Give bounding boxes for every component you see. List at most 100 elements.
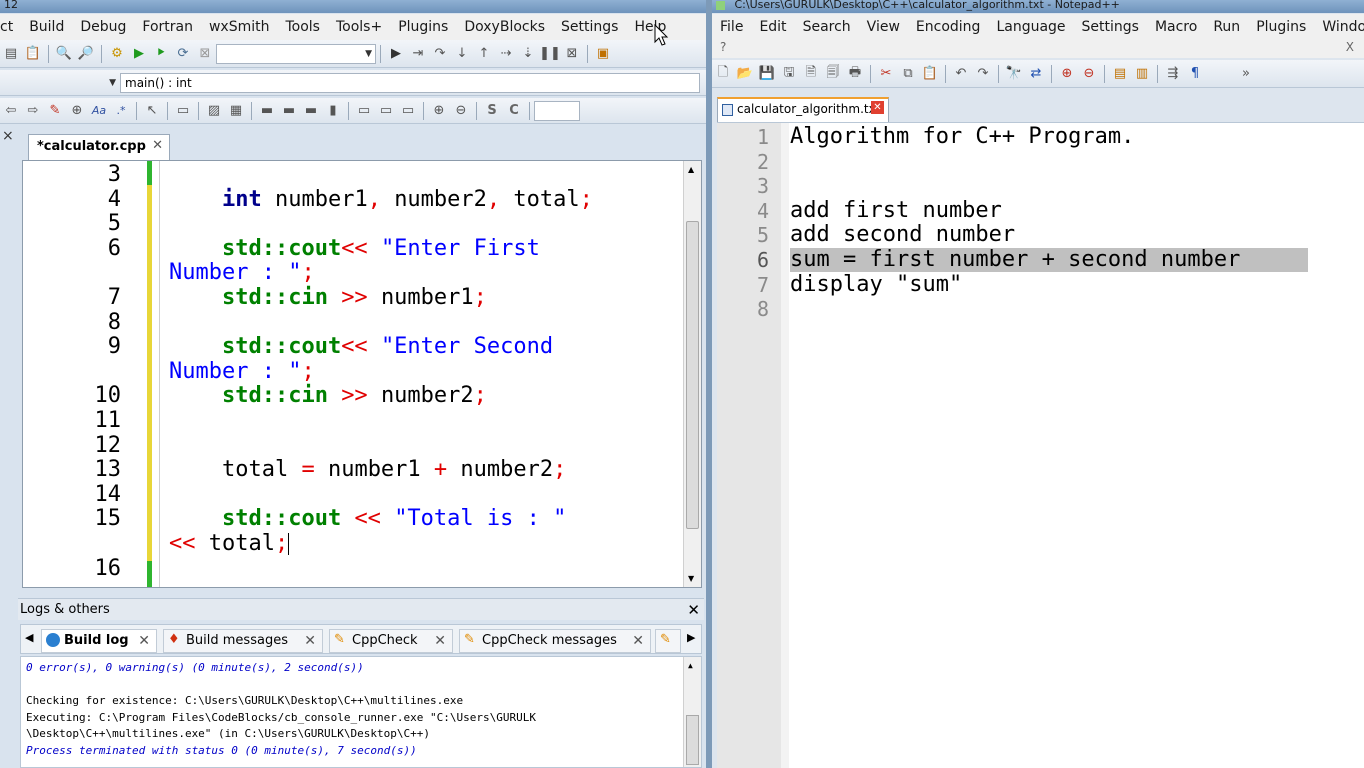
- menu-macro[interactable]: Macro: [1147, 19, 1205, 35]
- paste-icon[interactable]: 📋: [920, 64, 940, 84]
- menu-file[interactable]: File: [712, 19, 751, 35]
- abort-icon[interactable]: ⊠: [195, 44, 215, 64]
- image-icon[interactable]: ▨: [204, 101, 224, 121]
- block-icon-1[interactable]: ▬: [257, 101, 277, 121]
- close-tab-icon[interactable]: ✕: [871, 101, 884, 114]
- menu-window[interactable]: Window: [1314, 19, 1364, 35]
- tab-calculator-algorithm[interactable]: calculator_algorithm.txt ✕: [717, 97, 889, 122]
- zoom-in-icon[interactable]: ⊕: [1057, 64, 1077, 84]
- note-icon[interactable]: ▦: [226, 101, 246, 121]
- step-into-icon[interactable]: ↓: [452, 44, 472, 64]
- toolbar-search-box[interactable]: [534, 100, 580, 121]
- c-glyph-icon[interactable]: C: [504, 101, 524, 121]
- menu-settings[interactable]: Settings: [553, 19, 626, 35]
- menu-encoding[interactable]: Encoding: [908, 19, 989, 35]
- tabs-scroll-right-icon[interactable]: ▶: [687, 631, 695, 644]
- close-panel-icon[interactable]: ×: [2, 128, 14, 144]
- next-instruction-icon[interactable]: ⇢: [496, 44, 516, 64]
- menu-build[interactable]: Build: [21, 19, 72, 35]
- tabs-scroll-left-icon[interactable]: ◀: [25, 631, 33, 644]
- block-icon-2[interactable]: ▬: [279, 101, 299, 121]
- sync-horizontal-icon[interactable]: ▥: [1132, 64, 1152, 84]
- block-icon-3[interactable]: ▬: [301, 101, 321, 121]
- show-all-chars-icon[interactable]: ¶: [1185, 64, 1205, 84]
- editor-vertical-scrollbar[interactable]: ▲ ▼: [683, 161, 701, 587]
- forward-arrow-icon[interactable]: ⇨: [23, 101, 43, 121]
- menu-ct[interactable]: ct: [0, 19, 21, 35]
- save-all-icon[interactable]: 🖫: [779, 64, 799, 84]
- build-and-run-icon[interactable]: ⯈: [151, 44, 171, 64]
- open-file-icon[interactable]: 📂: [735, 64, 755, 84]
- undo-icon[interactable]: ↶: [951, 64, 971, 84]
- codeblocks-title-bar[interactable]: 12: [0, 0, 708, 13]
- close-logs-icon[interactable]: ✕: [687, 599, 700, 621]
- build-target-combo[interactable]: ▼: [216, 43, 376, 64]
- step-out-icon[interactable]: ↑: [474, 44, 494, 64]
- menu-wxsmith[interactable]: wxSmith: [201, 19, 278, 35]
- tab-overflow[interactable]: ✎: [655, 629, 681, 653]
- code-editor[interactable]: 3 4 5 6 7 8 9 10 11 12 13 14 15 16 int number1, numbe…: [22, 160, 702, 588]
- menu-view[interactable]: View: [859, 19, 908, 35]
- copy-icon[interactable]: ⧉: [898, 64, 918, 84]
- frame-icon-1[interactable]: ▭: [354, 101, 374, 121]
- menu-tools+[interactable]: Tools+: [328, 19, 390, 35]
- frame-icon-3[interactable]: ▭: [398, 101, 418, 121]
- close-tab-icon[interactable]: ✕: [138, 630, 150, 652]
- close-file-icon[interactable]: 🗎: [801, 64, 821, 84]
- step-into-instruction-icon[interactable]: ⇣: [518, 44, 538, 64]
- highlight-pen-icon[interactable]: ✎: [45, 101, 65, 121]
- scroll-down-icon[interactable]: ▼: [688, 574, 694, 583]
- menu-doxyblocks[interactable]: DoxyBlocks: [456, 19, 553, 35]
- replace-icon[interactable]: 🔎: [76, 44, 96, 64]
- zoom-in-icon[interactable]: ⊕: [429, 101, 449, 121]
- menu-search[interactable]: Search: [795, 19, 859, 35]
- run-icon[interactable]: ▶: [129, 44, 149, 64]
- tab-build-log[interactable]: Build log ✕: [41, 629, 157, 653]
- find-icon[interactable]: 🔭: [1004, 64, 1024, 84]
- menu-plugins[interactable]: Plugins: [390, 19, 456, 35]
- scroll-thumb[interactable]: [686, 221, 699, 529]
- close-tab-icon[interactable]: ✕: [632, 630, 644, 652]
- paste-icon[interactable]: ▤: [1, 44, 21, 64]
- regex-icon[interactable]: .*: [111, 101, 131, 121]
- notepadpp-title-bar[interactable]: C:\Users\GURULK\Desktop\C++\calculator_a…: [712, 0, 1364, 13]
- word-wrap-icon[interactable]: ⇶: [1163, 64, 1183, 84]
- cut-icon[interactable]: ✂: [876, 64, 896, 84]
- frame-icon-2[interactable]: ▭: [376, 101, 396, 121]
- match-case-icon[interactable]: Aa: [89, 101, 109, 121]
- close-tab-icon[interactable]: ✕: [304, 630, 316, 652]
- notepadpp-text-editor[interactable]: 12345678 Algorithm for C++ Program. add f…: [717, 122, 1364, 768]
- scroll-thumb[interactable]: [686, 715, 699, 765]
- sync-vertical-icon[interactable]: ▤: [1110, 64, 1130, 84]
- s-glyph-icon[interactable]: S: [482, 101, 502, 121]
- scope-function-combo[interactable]: main() : int: [120, 72, 700, 93]
- debug-windows-icon[interactable]: ▣: [593, 44, 613, 64]
- find-icon[interactable]: 🔍: [54, 44, 74, 64]
- redo-icon[interactable]: ↷: [973, 64, 993, 84]
- tab-build-messages[interactable]: ♦ Build messages ✕: [163, 629, 323, 653]
- new-file-icon[interactable]: 🗋: [713, 64, 733, 84]
- tab-calculator-cpp[interactable]: *calculator.cpp ✕: [28, 134, 170, 160]
- scroll-up-icon[interactable]: ▲: [688, 165, 694, 174]
- help-menu[interactable]: ?: [720, 40, 726, 54]
- tab-cppcheck-messages[interactable]: ✎ CppCheck messages ✕: [459, 629, 651, 653]
- menu-tools[interactable]: Tools: [277, 19, 328, 35]
- menu-plugins[interactable]: Plugins: [1248, 19, 1314, 35]
- build-log-output[interactable]: 0 error(s), 0 warning(s) (0 minute(s), 2…: [20, 656, 702, 768]
- save-icon[interactable]: 💾: [757, 64, 777, 84]
- close-tab-icon[interactable]: ✕: [434, 630, 446, 652]
- stop-debug-icon[interactable]: ⊠: [562, 44, 582, 64]
- close-tab-icon[interactable]: ✕: [152, 138, 163, 153]
- clipboard-icon[interactable]: 📋: [23, 44, 43, 64]
- select-pointer-icon[interactable]: ↖: [142, 101, 162, 121]
- scope-class-combo[interactable]: ▼: [0, 73, 120, 93]
- log-vertical-scrollbar[interactable]: ▲: [683, 657, 701, 767]
- menu-edit[interactable]: Edit: [751, 19, 794, 35]
- menu-debug[interactable]: Debug: [72, 19, 134, 35]
- block-icon-4[interactable]: ▮: [323, 101, 343, 121]
- build-gear-icon[interactable]: ⚙: [107, 44, 127, 64]
- scroll-up-icon[interactable]: ▲: [688, 661, 693, 670]
- back-arrow-icon[interactable]: ⇦: [1, 101, 21, 121]
- debug-continue-icon[interactable]: ▶: [386, 44, 406, 64]
- rect-icon[interactable]: ▭: [173, 101, 193, 121]
